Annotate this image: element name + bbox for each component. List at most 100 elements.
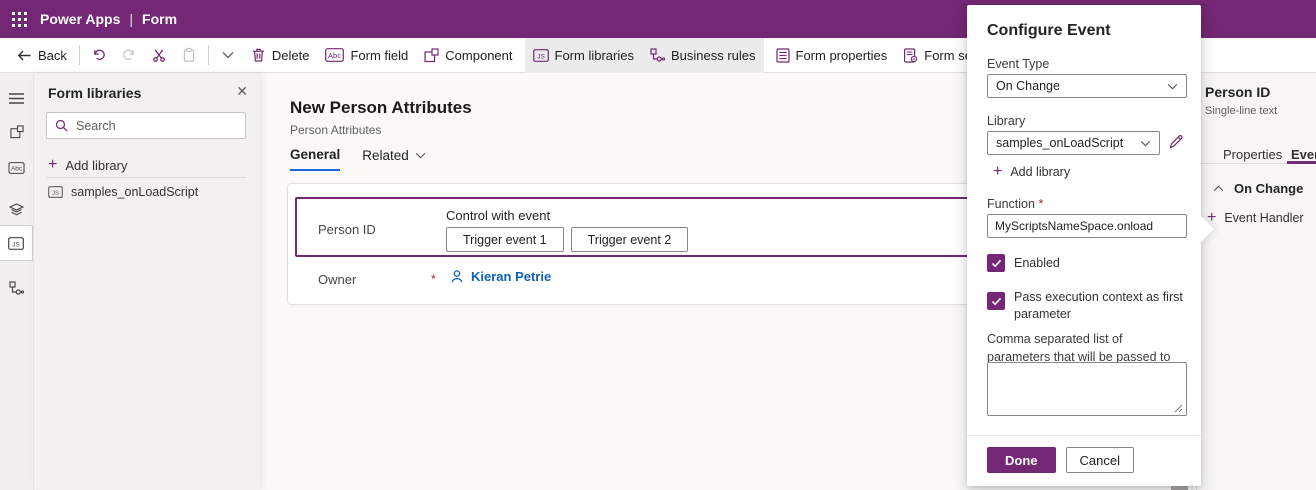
cut-button[interactable] xyxy=(144,38,174,72)
toolbar-divider xyxy=(207,45,209,65)
app-title[interactable]: Power Apps xyxy=(40,11,120,27)
undo-icon xyxy=(94,49,105,60)
plus-icon: + xyxy=(993,163,1003,180)
form-libraries-button[interactable]: JS Form libraries xyxy=(525,38,642,72)
svg-text:JS: JS xyxy=(52,191,59,197)
back-arrow-icon xyxy=(17,50,31,60)
function-input[interactable] xyxy=(987,214,1187,238)
panel-title: Form libraries xyxy=(48,85,142,101)
back-button[interactable]: Back xyxy=(8,38,75,72)
enabled-checkbox-row[interactable]: Enabled xyxy=(987,254,1183,272)
function-label: Function * xyxy=(987,197,1044,211)
title-separator: | xyxy=(129,11,134,27)
tab-general[interactable]: General xyxy=(290,147,341,171)
library-list-item[interactable]: JS samples_onLoadScript xyxy=(48,185,198,199)
chevron-down-icon xyxy=(1167,83,1178,89)
checkbox-checked-icon[interactable] xyxy=(987,254,1005,272)
active-tab-underline xyxy=(1287,161,1316,164)
form-title: New Person Attributes xyxy=(290,98,472,117)
scrollbar-divider xyxy=(1191,485,1193,490)
js-library-icon: JS xyxy=(8,236,24,250)
redo-icon xyxy=(123,49,134,60)
edit-library-button[interactable] xyxy=(1168,133,1185,150)
abc-field-icon: Abc xyxy=(8,162,25,174)
parameters-textarea[interactable] xyxy=(987,362,1187,416)
required-marker: * xyxy=(1038,197,1044,211)
paste-button[interactable] xyxy=(174,38,204,72)
business-rules-icon xyxy=(650,47,665,62)
tab-related[interactable]: Related xyxy=(362,147,426,171)
trash-icon xyxy=(252,48,264,62)
rail-item-fields[interactable]: Abc xyxy=(0,153,33,183)
tab-events[interactable]: Events xyxy=(1291,147,1316,162)
chevron-up-icon xyxy=(1213,185,1224,192)
control-label: Control with event xyxy=(446,208,551,223)
field-properties-panel: Person ID Single-line text Properties Ev… xyxy=(1196,73,1316,490)
layers-icon xyxy=(9,203,24,216)
undo-button[interactable] xyxy=(84,38,114,72)
checkbox-checked-icon[interactable] xyxy=(987,292,1005,310)
form-libraries-panel: Form libraries ✕ + Add library JS sample… xyxy=(33,73,260,490)
hamburger-icon xyxy=(9,92,24,104)
component-icon xyxy=(9,125,24,139)
selected-field-title: Person ID xyxy=(1205,84,1271,100)
add-event-handler-button[interactable]: + Event Handler xyxy=(1207,210,1304,226)
trigger-event-1-button[interactable]: Trigger event 1 xyxy=(446,227,564,252)
rail-item-business-rules[interactable] xyxy=(0,273,33,303)
business-rules-button[interactable]: Business rules xyxy=(642,38,764,72)
form-settings-icon xyxy=(904,47,918,63)
svg-text:JS: JS xyxy=(537,53,545,60)
close-icon[interactable]: ✕ xyxy=(236,83,248,100)
rail-item-components[interactable] xyxy=(0,117,33,147)
component-button[interactable]: Component xyxy=(416,38,520,72)
chevron-down-icon xyxy=(415,152,426,159)
dialog-add-library-button[interactable]: + Add library xyxy=(993,164,1070,180)
form-properties-button[interactable]: Form properties xyxy=(768,38,896,72)
clipboard-options-chevron[interactable] xyxy=(213,38,243,72)
pass-context-checkbox-row[interactable]: Pass execution context as first paramete… xyxy=(987,289,1183,323)
form-subtitle: Person Attributes xyxy=(290,123,382,137)
form-field-button[interactable]: Abc Form field xyxy=(317,38,416,72)
add-library-button[interactable]: + Add library xyxy=(48,157,127,173)
abc-field-icon: Abc xyxy=(325,48,345,62)
chevron-down-icon xyxy=(1140,140,1151,146)
redo-button[interactable] xyxy=(114,38,144,72)
trigger-event-2-button[interactable]: Trigger event 2 xyxy=(570,227,689,252)
event-type-dropdown[interactable]: On Change xyxy=(987,74,1187,98)
waffle-icon[interactable] xyxy=(0,0,38,38)
plus-icon: + xyxy=(48,156,58,173)
required-marker: * xyxy=(431,272,436,286)
search-input[interactable] xyxy=(76,118,237,133)
library-label: Library xyxy=(987,114,1026,128)
library-dropdown[interactable]: samples_onLoadScript xyxy=(987,131,1160,155)
person-icon xyxy=(451,270,463,283)
js-library-icon: JS xyxy=(48,186,63,198)
rail-item-tree-view[interactable] xyxy=(0,195,33,225)
on-change-section-header[interactable]: On Change xyxy=(1213,181,1303,196)
configure-event-dialog: Configure Event Event Type On Change Lib… xyxy=(967,5,1215,486)
dialog-title: Configure Event xyxy=(987,22,1111,39)
js-library-icon: JS xyxy=(532,48,549,62)
tab-properties[interactable]: Properties xyxy=(1223,147,1282,162)
page-title: Form xyxy=(142,11,178,27)
panel-divider xyxy=(46,177,246,178)
owner-value[interactable]: Kieran Petrie xyxy=(450,269,551,284)
library-name: samples_onLoadScript xyxy=(71,185,199,199)
dialog-footer-divider xyxy=(967,435,1201,436)
rail-item-form-libraries[interactable]: JS xyxy=(0,225,33,261)
field-label: Owner xyxy=(318,272,357,287)
menu-toggle[interactable] xyxy=(0,83,33,113)
svg-text:Abc: Abc xyxy=(329,51,342,60)
selected-field-type: Single-line text xyxy=(1205,105,1278,117)
delete-button[interactable]: Delete xyxy=(243,38,318,72)
svg-text:JS: JS xyxy=(12,241,20,248)
pencil-icon xyxy=(1169,135,1183,149)
form-properties-icon xyxy=(775,47,790,63)
done-button[interactable]: Done xyxy=(987,447,1056,473)
business-rules-icon xyxy=(9,280,24,295)
active-command-group: JS Form libraries Business rules xyxy=(524,37,764,73)
toolbar-divider xyxy=(78,45,80,65)
search-box[interactable] xyxy=(46,112,246,139)
cancel-button[interactable]: Cancel xyxy=(1065,447,1134,473)
horizontal-scrollbar-thumb[interactable] xyxy=(1171,486,1188,490)
